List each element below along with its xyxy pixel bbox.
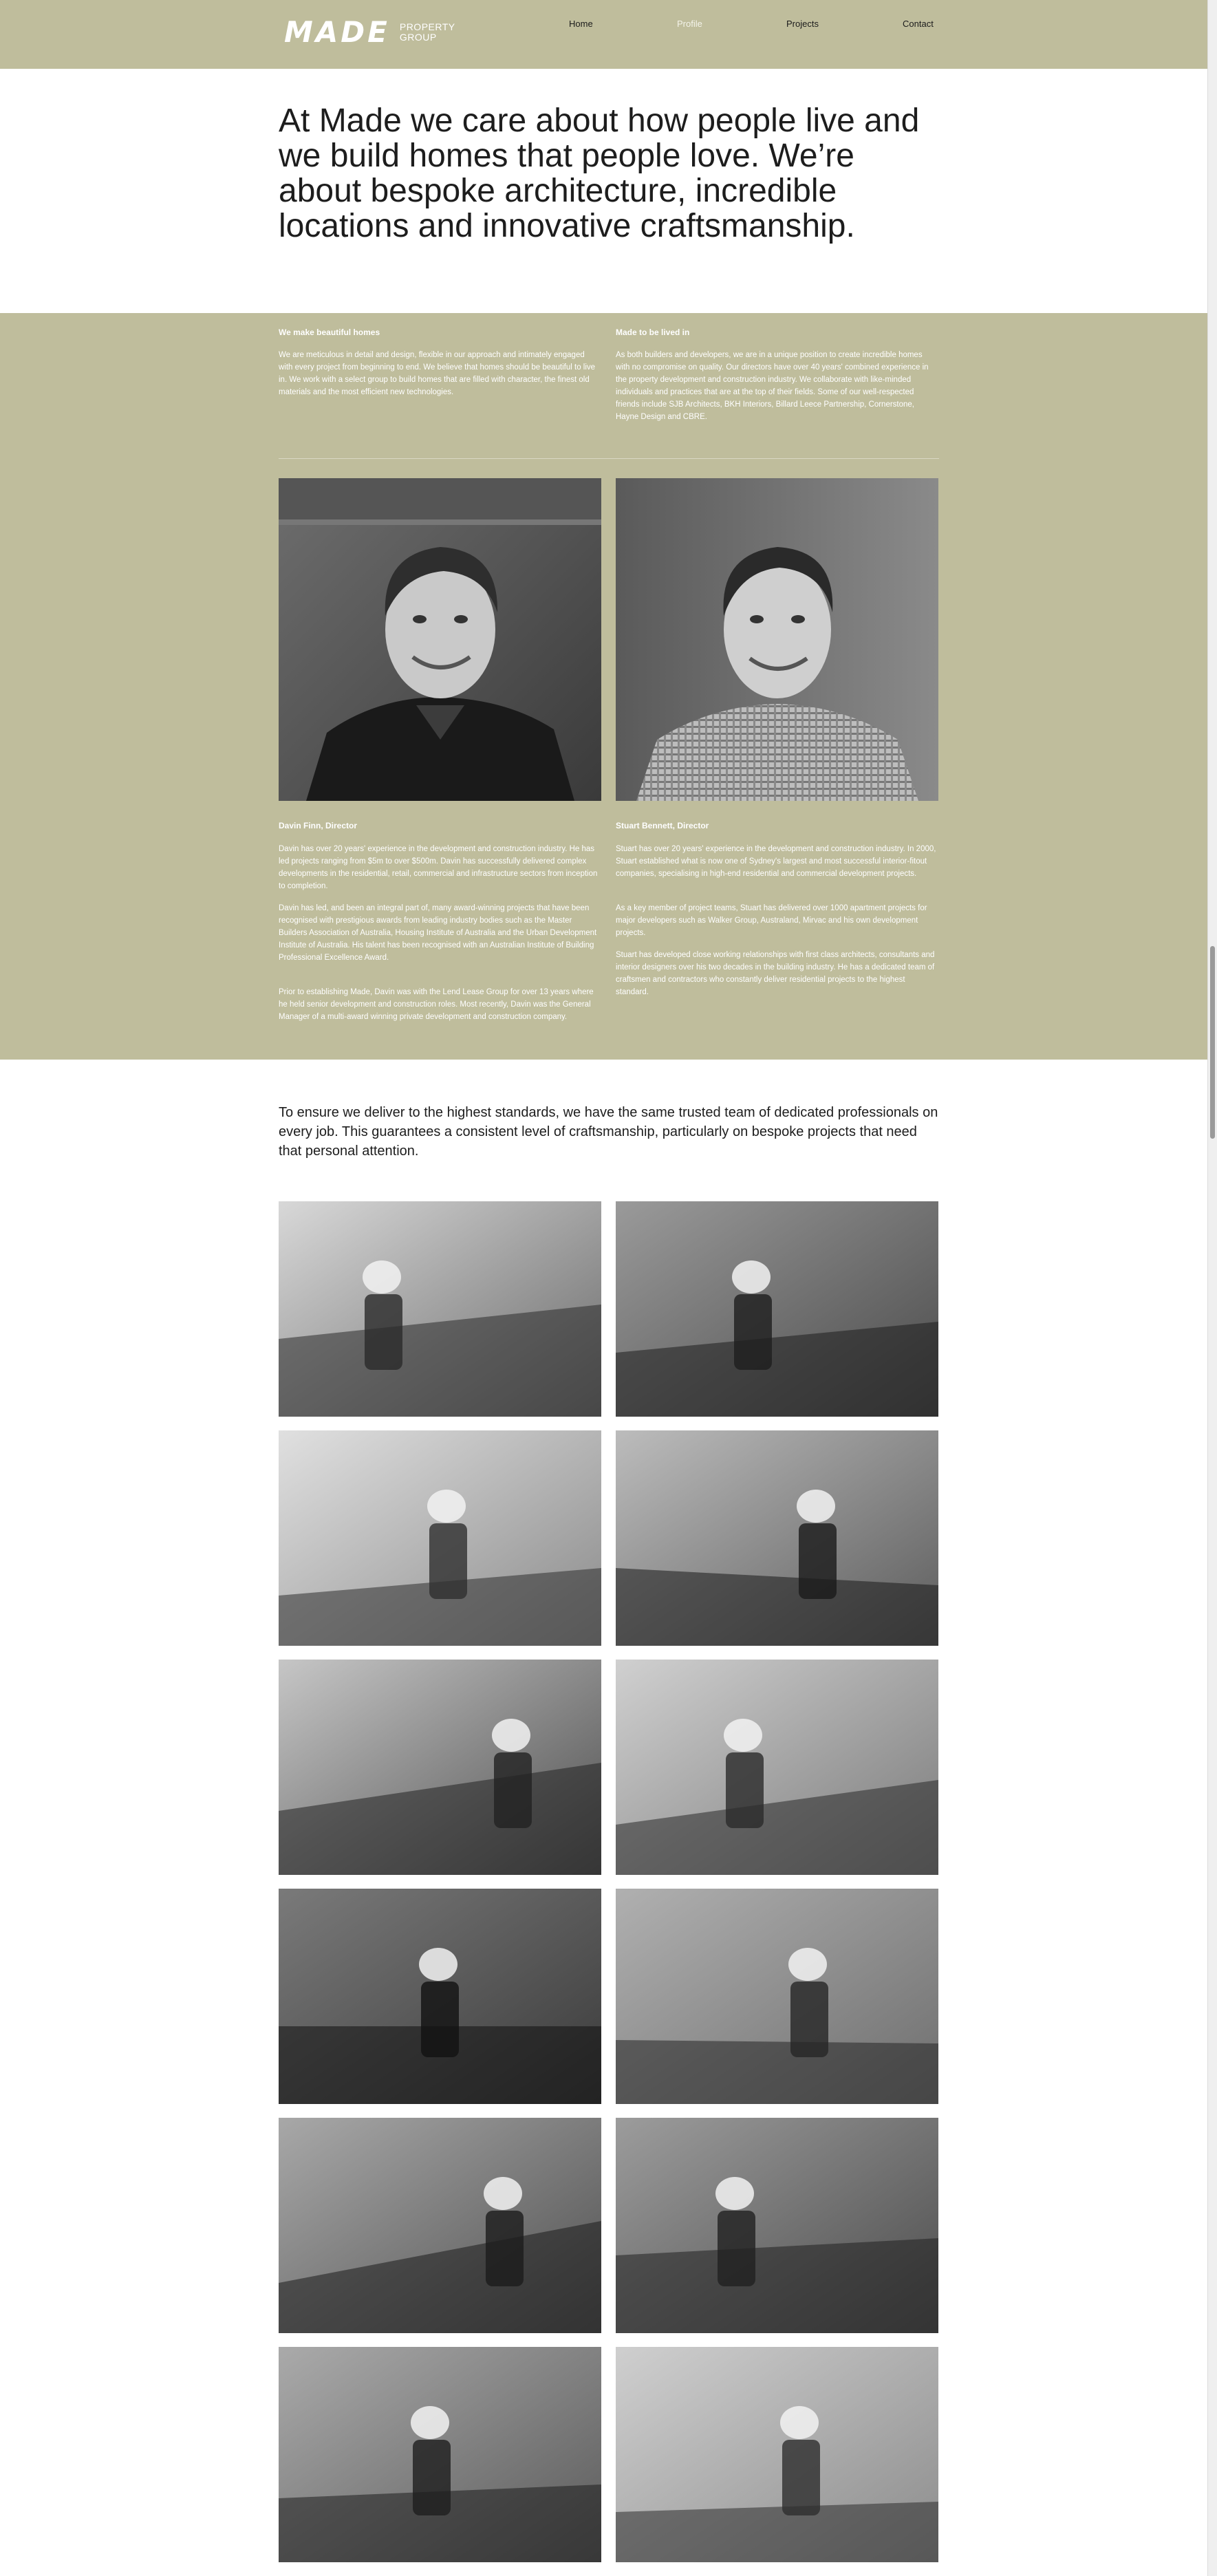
team-photo bbox=[279, 1201, 601, 1417]
nav-projects[interactable]: Projects bbox=[786, 19, 819, 29]
intro-right-title: Made to be lived in bbox=[616, 328, 690, 337]
team-photo bbox=[279, 2118, 601, 2333]
intro-right-text: As both builders and developers, we are … bbox=[616, 351, 929, 421]
nav-home[interactable]: Home bbox=[569, 19, 593, 29]
site-header: MADE PROPERTY GROUP Home Profile Project… bbox=[0, 0, 1208, 69]
team-photo bbox=[279, 1430, 601, 1646]
director-bio-stuart-p1: Stuart has over 20 years' experience in … bbox=[616, 845, 936, 878]
logo-subtitle-line-2: GROUP bbox=[399, 32, 437, 43]
nav-profile[interactable]: Profile bbox=[677, 19, 702, 29]
director-bio-davin-p3: Prior to establishing Made, Davin was wi… bbox=[279, 988, 594, 1021]
made-logo[interactable]: MADE PROPERTY GROUP bbox=[284, 18, 455, 47]
hero-statement: At Made we care about how people live an… bbox=[279, 103, 920, 244]
team-photo bbox=[616, 1889, 938, 2104]
director-portrait-davin bbox=[279, 478, 601, 801]
team-photo bbox=[616, 1201, 938, 1417]
page-scrollbar[interactable] bbox=[1207, 0, 1217, 2576]
team-photo bbox=[616, 1430, 938, 1646]
director-name-stuart: Stuart Bennett, Director bbox=[616, 821, 709, 830]
team-photo bbox=[616, 1660, 938, 1875]
director-name-davin: Davin Finn, Director bbox=[279, 821, 358, 830]
director-bio-davin-p1: Davin has over 20 years' experience in t… bbox=[279, 845, 598, 890]
intro-left-text: We are meticulous in detail and design, … bbox=[279, 351, 596, 396]
team-photo bbox=[616, 2118, 938, 2333]
director-bio-stuart-p3: Stuart has developed close working relat… bbox=[616, 951, 935, 996]
section-divider bbox=[279, 458, 939, 459]
director-portrait-stuart bbox=[616, 478, 938, 801]
team-photo bbox=[279, 1660, 601, 1875]
scrollbar-thumb[interactable] bbox=[1210, 946, 1215, 1139]
team-photo bbox=[279, 1889, 601, 2104]
director-bio-davin-p2: Davin has led, and been an integral part… bbox=[279, 904, 597, 962]
team-photo bbox=[279, 2347, 601, 2562]
director-bio-stuart-p2: As a key member of project teams, Stuart… bbox=[616, 904, 927, 937]
team-statement: To ensure we deliver to the highest stan… bbox=[279, 1105, 938, 1159]
logo-subtitle: PROPERTY GROUP bbox=[400, 22, 455, 43]
team-photo bbox=[616, 2347, 938, 2562]
nav-contact[interactable]: Contact bbox=[903, 19, 934, 29]
intro-left-title: We make beautiful homes bbox=[279, 328, 380, 337]
logo-wordmark: MADE bbox=[284, 15, 390, 49]
logo-subtitle-line-1: PROPERTY bbox=[399, 21, 455, 32]
about-section: We make beautiful homes We are meticulou… bbox=[0, 313, 1208, 1060]
